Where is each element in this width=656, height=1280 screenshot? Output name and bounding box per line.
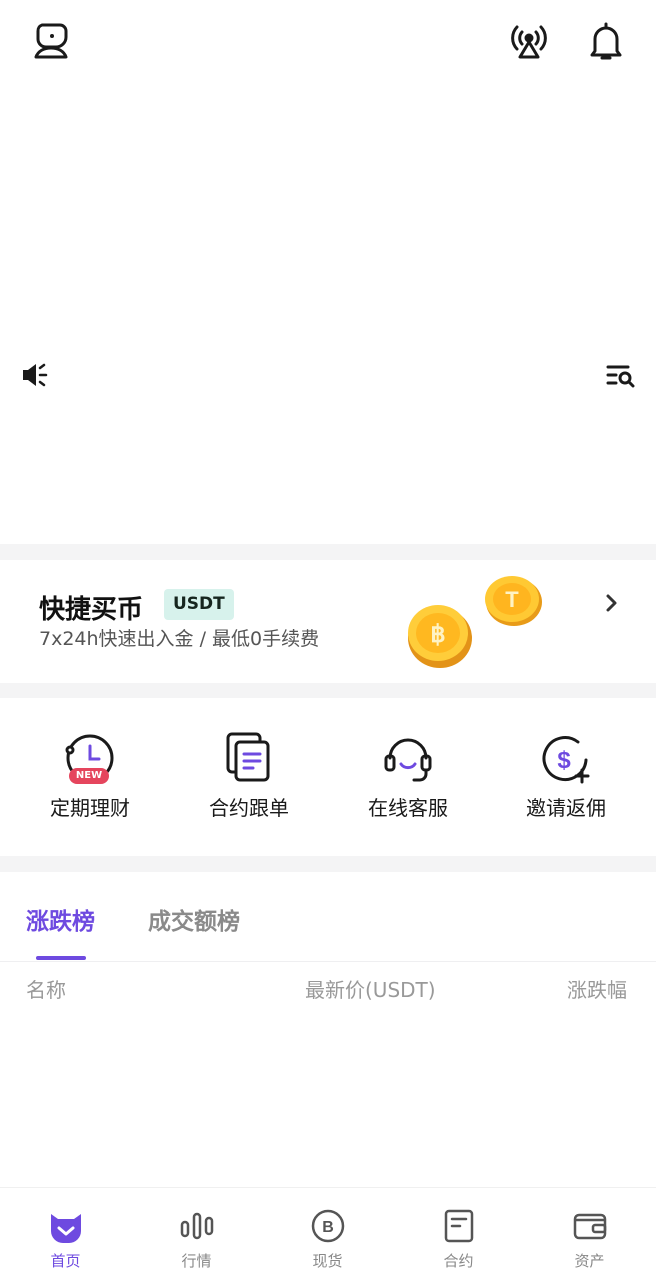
section-divider [0, 544, 656, 560]
speaker-icon[interactable] [20, 360, 50, 390]
shortcut-customer-service[interactable]: 在线客服 [326, 698, 490, 856]
headset-icon [384, 738, 432, 782]
ranking-tabs: 涨跌榜 成交额榜 [0, 872, 656, 962]
tab-gainers[interactable]: 涨跌榜 [26, 902, 95, 936]
nav-spot[interactable]: B 现货 [262, 1188, 393, 1280]
shortcut-label: 合约跟单 [209, 796, 289, 820]
bottom-nav: 首页 行情 B 现货 合约 资产 [0, 1187, 656, 1280]
quick-buy-badge: USDT [164, 589, 234, 620]
shortcut-grid: NEW 定期理财 合约跟单 在线客服 $ 邀请返佣 [0, 698, 656, 856]
top-bar [0, 0, 656, 84]
column-name: 名称 [26, 978, 66, 1002]
dollar-plus-icon: $ [542, 736, 590, 784]
home-logo-icon [50, 1214, 81, 1243]
quick-buy-card[interactable]: 快捷买币 USDT 7x24h快速出入金 / 最低0手续费 T ฿ [0, 560, 656, 683]
wallet-icon [573, 1213, 606, 1240]
broadcast-icon[interactable] [508, 20, 550, 62]
svg-text:T: T [505, 587, 519, 612]
shortcut-referral[interactable]: $ 邀请返佣 [484, 698, 648, 856]
svg-text:$: $ [557, 747, 571, 774]
nav-market[interactable]: 行情 [131, 1188, 262, 1280]
svg-text:B: B [322, 1219, 334, 1236]
shortcut-label: 在线客服 [368, 796, 448, 820]
column-price: 最新价(USDT) [305, 978, 436, 1002]
nav-label: 合约 [443, 1252, 474, 1270]
shortcut-label: 定期理财 [50, 796, 130, 820]
user-robot-icon[interactable] [30, 20, 72, 62]
nav-label: 行情 [181, 1252, 212, 1270]
nav-contract[interactable]: 合约 [393, 1188, 524, 1280]
bell-icon[interactable] [585, 20, 627, 62]
section-divider [0, 856, 656, 872]
nav-label: 现货 [312, 1252, 343, 1270]
contract-icon [444, 1209, 473, 1243]
shortcut-label: 邀请返佣 [526, 796, 606, 820]
quick-buy-title: 快捷买币 [39, 595, 144, 625]
tab-volume[interactable]: 成交额榜 [148, 902, 240, 936]
active-tab-indicator [36, 956, 86, 960]
list-search-icon[interactable] [605, 362, 637, 390]
nav-home[interactable]: 首页 [0, 1188, 131, 1280]
market-bars-icon [180, 1212, 213, 1240]
nav-assets[interactable]: 资产 [524, 1188, 655, 1280]
copy-document-icon [226, 732, 270, 782]
nav-label: 首页 [50, 1252, 81, 1270]
new-badge: NEW [69, 768, 109, 784]
shortcut-fixed-savings[interactable]: NEW 定期理财 [8, 698, 172, 856]
column-change: 涨跌幅 [567, 978, 627, 1002]
coins-illustration: T ฿ [408, 576, 542, 668]
chevron-right-icon [606, 594, 617, 612]
bitcoin-icon: B [311, 1209, 344, 1243]
section-divider [0, 683, 656, 698]
svg-text:฿: ฿ [430, 621, 445, 648]
shortcut-copy-trading[interactable]: 合约跟单 [167, 698, 331, 856]
nav-label: 资产 [574, 1252, 605, 1270]
quick-buy-subtitle: 7x24h快速出入金 / 最低0手续费 [39, 628, 320, 650]
